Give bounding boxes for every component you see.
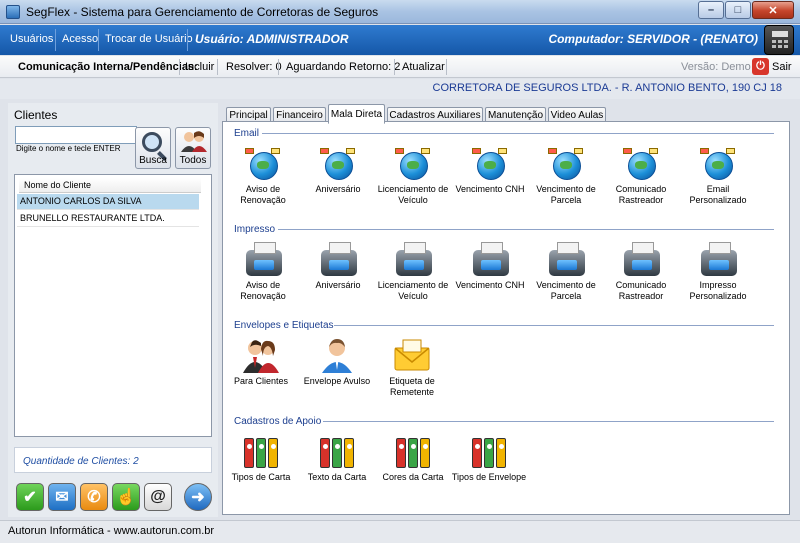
select-button[interactable]: ☝	[112, 483, 140, 511]
at-icon: @	[150, 488, 166, 505]
window-title: SegFlex - Sistema para Gerenciamento de …	[26, 5, 379, 19]
confirm-button[interactable]: ✔	[16, 483, 44, 511]
people-icon	[242, 338, 280, 374]
resolve-button[interactable]: Resolver: 0	[226, 61, 282, 73]
current-user: Usuário: ADMINISTRADOR	[195, 32, 349, 46]
email-licenciamento-veiculo[interactable]: Licenciamento de Veículo	[373, 146, 453, 205]
email-button[interactable]: ✉	[48, 483, 76, 511]
status-bar: Autorun Informática - www.autorun.com.br	[0, 520, 800, 543]
awaiting-button[interactable]: Aguardando Retorno: 2	[286, 61, 400, 73]
section-envelopes-title: Envelopes e Etiquetas	[234, 320, 334, 331]
person-icon	[318, 338, 356, 374]
next-button[interactable]: ➜	[184, 483, 212, 511]
cadastro-cores-carta[interactable]: Cores da Carta	[373, 434, 453, 482]
email-aviso-renovacao[interactable]: Aviso de Renovação	[223, 146, 303, 205]
title-bar: SegFlex - Sistema para Gerenciamento de …	[0, 0, 800, 24]
email-globe-icon	[471, 146, 509, 182]
binders-icon	[394, 434, 432, 470]
maximize-button[interactable]: □	[725, 1, 751, 19]
all-clients-button[interactable]: Todos	[175, 127, 211, 169]
impresso-vencimento-cnh[interactable]: Vencimento CNH	[450, 242, 530, 290]
column-header-client-name[interactable]: Nome do Cliente	[19, 178, 201, 193]
at-button[interactable]: @	[144, 483, 172, 511]
version-label: Versão: Demo	[681, 61, 751, 73]
people-icon	[181, 131, 207, 152]
close-button[interactable]: ✕	[752, 1, 794, 19]
app-icon	[6, 5, 20, 19]
comm-label: Comunicação Interna/Pendências:	[18, 61, 198, 73]
impresso-comunicado-rastreador[interactable]: Comunicado Rastreador	[601, 242, 681, 301]
refresh-button[interactable]: Atualizar	[402, 61, 445, 73]
envelope-avulso[interactable]: Envelope Avulso	[297, 338, 377, 386]
exit-button[interactable]: Sair	[772, 61, 792, 73]
clients-count-box: Quantidade de Clientes: 2	[14, 447, 212, 473]
search-hint: Digite o nome e tecle ENTER	[16, 144, 121, 153]
email-aniversario[interactable]: Aniversário	[298, 146, 378, 194]
printer-icon	[622, 242, 660, 278]
computer-name: Computador: SERVIDOR - (RENATO)	[548, 32, 758, 46]
section-cadastros-title: Cadastros de Apoio	[234, 416, 322, 427]
menu-bar: Usuários Acesso Trocar de Usuário Usuári…	[0, 25, 800, 55]
section-impresso-title: Impresso	[234, 224, 276, 235]
impresso-personalizado[interactable]: Impresso Personalizado	[678, 242, 758, 301]
cadastro-tipos-carta[interactable]: Tipos de Carta	[221, 434, 301, 482]
clients-title: Clientes	[14, 108, 58, 122]
clients-table: Nome do Cliente ANTONIO CARLOS DA SILVA …	[14, 174, 212, 437]
email-comunicado-rastreador[interactable]: Comunicado Rastreador	[601, 146, 681, 205]
search-button[interactable]: Busca	[135, 127, 171, 169]
minimize-button[interactable]: –	[698, 1, 724, 19]
binders-icon	[242, 434, 280, 470]
impresso-aviso-renovacao[interactable]: Aviso de Renovação	[223, 242, 303, 301]
printer-icon	[471, 242, 509, 278]
company-bar: CORRETORA DE SEGUROS LTDA. - R. ANTONIO …	[0, 79, 800, 99]
power-icon[interactable]: ⏻	[752, 58, 769, 75]
printer-icon	[244, 242, 282, 278]
envelope-para-clientes[interactable]: Para Clientes	[221, 338, 301, 386]
clients-panel: Clientes Digite o nome e tecle ENTER Bus…	[8, 103, 218, 517]
menu-usuarios[interactable]: Usuários	[10, 33, 53, 45]
binders-icon	[318, 434, 356, 470]
magnifier-icon	[142, 132, 162, 152]
impresso-licenciamento-veiculo[interactable]: Licenciamento de Veículo	[373, 242, 453, 301]
printer-icon	[394, 242, 432, 278]
email-globe-icon	[622, 146, 660, 182]
section-email-title: Email	[234, 128, 260, 139]
etiqueta-remetente[interactable]: Etiqueta de Remetente	[372, 338, 452, 397]
printer-icon	[319, 242, 357, 278]
printer-icon	[547, 242, 585, 278]
cadastro-tipos-envelope[interactable]: Tipos de Envelope	[449, 434, 529, 482]
hand-icon: ☝	[116, 489, 136, 506]
cadastro-texto-carta[interactable]: Texto da Carta	[297, 434, 377, 482]
envelope-icon	[393, 338, 431, 374]
phone-button[interactable]: ✆	[80, 483, 108, 511]
email-globe-icon	[319, 146, 357, 182]
printer-icon	[699, 242, 737, 278]
clients-count: Quantidade de Clientes: 2	[23, 456, 139, 467]
email-globe-icon	[394, 146, 432, 182]
status-text: Autorun Informática - www.autorun.com.br	[8, 525, 215, 537]
phone-icon: ✆	[87, 489, 101, 506]
table-row[interactable]: BRUNELLO RESTAURANTE LTDA.	[17, 211, 199, 227]
binders-icon	[470, 434, 508, 470]
email-globe-icon	[699, 146, 737, 182]
menu-acesso[interactable]: Acesso	[62, 33, 98, 45]
client-search-input[interactable]	[15, 126, 137, 144]
tab-mala-direta[interactable]: Mala Direta	[328, 104, 385, 124]
envelope-icon: ✉	[55, 489, 69, 506]
menu-trocar-usuario[interactable]: Trocar de Usuário	[105, 33, 193, 45]
email-vencimento-cnh[interactable]: Vencimento CNH	[450, 146, 530, 194]
email-personalizado[interactable]: Email Personalizado	[678, 146, 758, 205]
company-name: CORRETORA DE SEGUROS LTDA. - R. ANTONIO …	[432, 82, 782, 94]
table-row[interactable]: ANTONIO CARLOS DA SILVA	[17, 194, 199, 210]
impresso-vencimento-parcela[interactable]: Vencimento de Parcela	[526, 242, 606, 301]
email-globe-icon	[244, 146, 282, 182]
check-icon: ✔	[23, 489, 37, 506]
email-globe-icon	[547, 146, 585, 182]
impresso-aniversario[interactable]: Aniversário	[298, 242, 378, 290]
toolbar: Comunicação Interna/Pendências: Incluir …	[0, 56, 800, 78]
email-vencimento-parcela[interactable]: Vencimento de Parcela	[526, 146, 606, 205]
include-button[interactable]: Incluir	[185, 61, 214, 73]
calculator-button[interactable]	[764, 25, 794, 55]
arrow-right-icon: ➜	[191, 489, 205, 506]
